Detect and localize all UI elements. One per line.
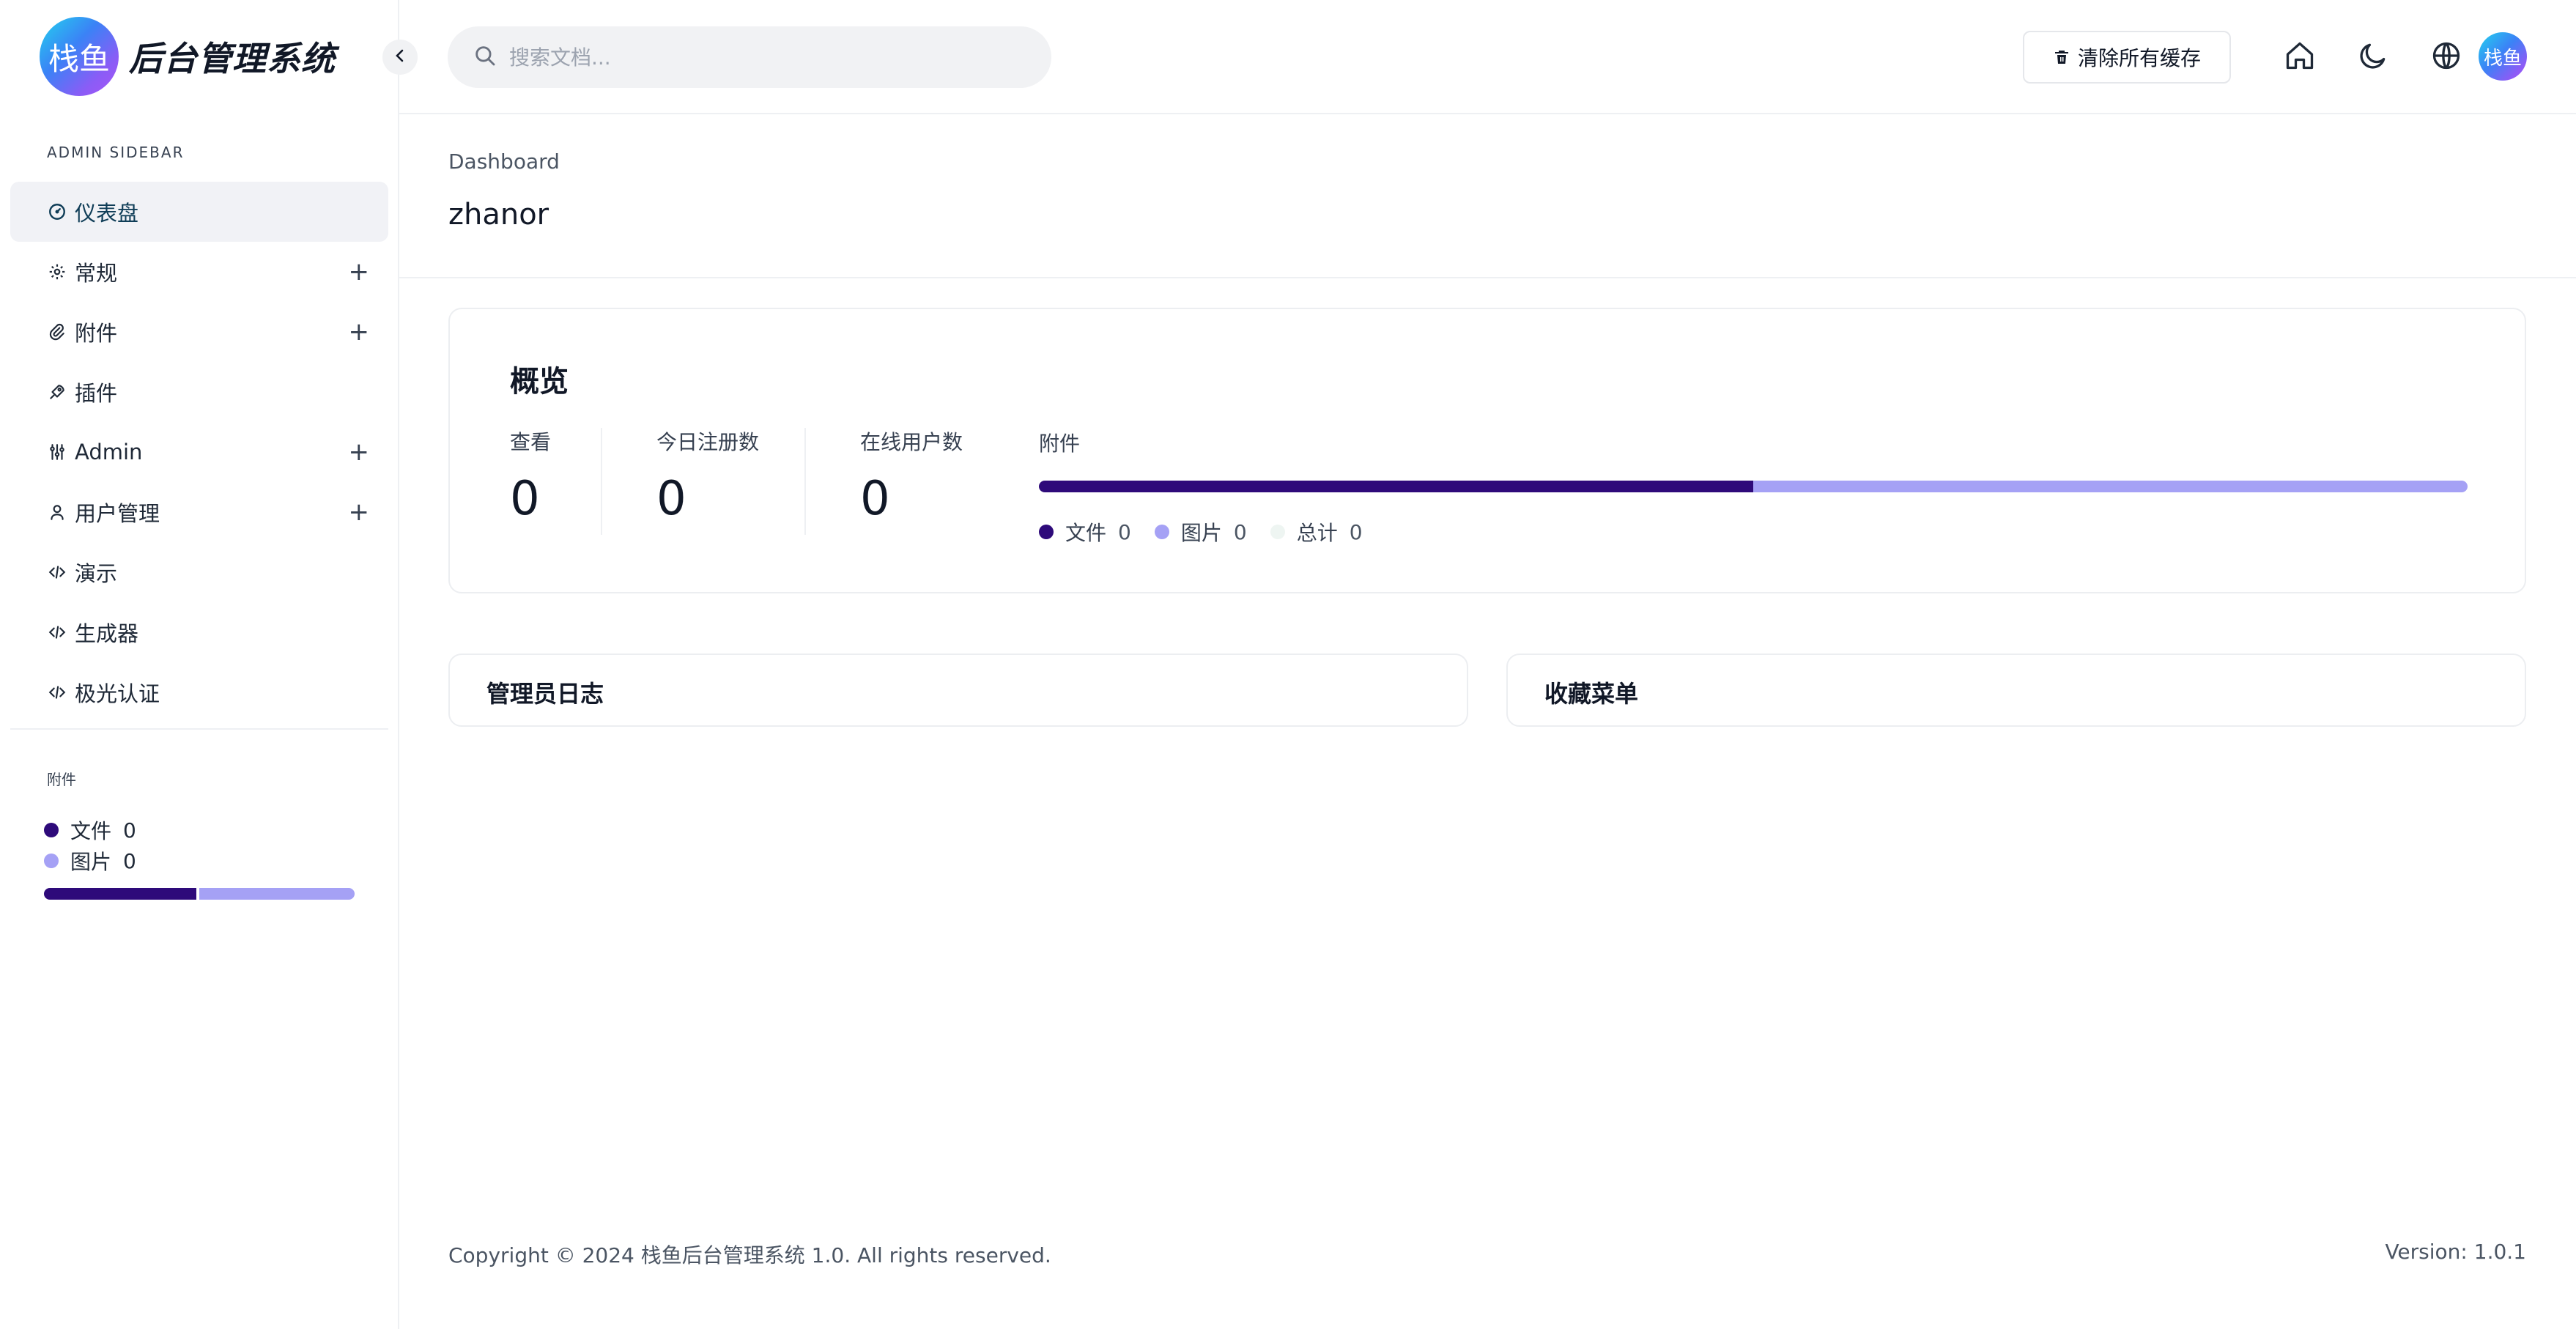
sidebar-item-label: 常规 [75, 261, 118, 286]
sliders-icon [47, 442, 67, 462]
images-bar-segment [199, 888, 355, 900]
sidebar-item-general[interactable]: 常规 + [10, 242, 388, 302]
gear-icon [47, 262, 67, 282]
sidebar-item-plugins[interactable]: 插件 [10, 362, 388, 422]
sidebar-item-users[interactable]: 用户管理 + [10, 482, 388, 542]
code-icon [47, 682, 67, 703]
search-input[interactable] [509, 45, 1022, 70]
stat-online-users: 在线用户数 0 [860, 426, 963, 526]
attachments-legend: 文件 0 图片 0 总计 0 [1039, 517, 2468, 547]
sidebar-item-generator[interactable]: 生成器 [10, 602, 388, 662]
images-dot-icon [44, 854, 59, 868]
code-icon [47, 622, 67, 643]
stat-label: 在线用户数 [860, 430, 963, 454]
sidebar-item-jiguang-auth[interactable]: 极光认证 [10, 662, 388, 722]
plus-icon[interactable]: + [349, 440, 370, 464]
avatar[interactable]: 栈鱼 [2479, 32, 2527, 81]
attachments-progress-bar [1039, 481, 2468, 492]
plus-icon[interactable]: + [349, 259, 370, 284]
stat-label: 查看 [510, 430, 552, 454]
images-bar-segment [1753, 481, 2468, 492]
paperclip-icon [47, 322, 67, 342]
sidebar: 栈鱼 后台管理系统 ADMIN SIDEBAR 仪表盘 常规 + 附件 + 插件… [0, 0, 399, 1329]
sidebar-item-label: 仪表盘 [75, 201, 139, 226]
plus-icon[interactable]: + [349, 319, 370, 344]
footer-copyright: Copyright © 2024 栈鱼后台管理系统 1.0. All right… [448, 1243, 1051, 1267]
code-icon [47, 562, 67, 582]
globe-icon [2430, 40, 2462, 75]
sidebar-menu: 仪表盘 常规 + 附件 + 插件 Admin + 用户管理 + 演示 生成器 极… [10, 182, 388, 722]
language-button[interactable] [2427, 38, 2465, 76]
home-button[interactable] [2281, 38, 2319, 76]
favorites-title: 收藏菜单 [1544, 680, 1639, 708]
sidebar-attachment-legend: 文件 0 图片 0 [44, 815, 136, 876]
legend-files: 文件 0 [1039, 517, 1131, 547]
stat-separator [601, 428, 602, 535]
sidebar-item-attachments[interactable]: 附件 + [10, 302, 388, 362]
user-icon [47, 502, 67, 522]
dashboard-icon [47, 201, 67, 222]
sidebar-attachment-title: 附件 [47, 771, 76, 788]
sidebar-item-label: 用户管理 [75, 501, 160, 526]
legend-images: 图片 0 [1154, 517, 1247, 547]
theme-toggle-button[interactable] [2354, 38, 2392, 76]
clear-cache-button[interactable]: 清除所有缓存 [2023, 31, 2231, 84]
sidebar-item-label: 插件 [75, 381, 118, 406]
rocket-icon [47, 382, 67, 402]
stat-views: 查看 0 [510, 426, 551, 526]
stat-registrations-today: 今日注册数 0 [656, 426, 759, 526]
files-dot-icon [44, 823, 59, 837]
chevron-left-icon [391, 47, 409, 67]
legend-total: 总计 0 [1270, 517, 1363, 547]
stat-label: 今日注册数 [656, 430, 760, 454]
moon-icon [2357, 40, 2389, 75]
sidebar-item-demo[interactable]: 演示 [10, 542, 388, 602]
sidebar-item-label: Admin [75, 440, 143, 464]
page-divider [399, 277, 2576, 278]
overview-card: 概览 查看 0 今日注册数 0 在线用户数 0 附件 文件 0 图片 0 总计 … [448, 308, 2526, 593]
overview-attachments: 附件 文件 0 图片 0 总计 0 [1039, 428, 2468, 547]
admin-log-title: 管理员日志 [486, 680, 604, 708]
top-header: 清除所有缓存 栈鱼 [399, 0, 2576, 114]
files-dot-icon [1039, 525, 1054, 539]
brand[interactable]: 栈鱼 后台管理系统 [40, 16, 336, 97]
legend-files: 文件 0 [44, 815, 136, 845]
home-icon [2284, 40, 2316, 75]
files-bar-segment [1039, 481, 1753, 492]
total-dot-icon [1270, 525, 1285, 539]
stat-value: 0 [510, 472, 540, 526]
sidebar-item-admin[interactable]: Admin + [10, 422, 388, 482]
sidebar-item-label: 演示 [75, 561, 118, 586]
favorites-card: 收藏菜单 [1506, 654, 2526, 727]
sidebar-item-label: 附件 [75, 321, 118, 346]
logo: 栈鱼 [40, 17, 119, 96]
attachments-label: 附件 [1039, 432, 1081, 456]
stat-value: 0 [860, 472, 890, 526]
trash-icon [2053, 48, 2070, 66]
sidebar-item-label: 极光认证 [75, 681, 160, 706]
plus-icon[interactable]: + [349, 500, 370, 525]
stat-separator [804, 428, 806, 535]
sidebar-divider [10, 728, 388, 730]
sidebar-item-label: 生成器 [75, 621, 139, 646]
search-icon [473, 43, 497, 71]
sidebar-title: ADMIN SIDEBAR [47, 144, 185, 161]
footer-version: Version: 1.0.1 [2385, 1240, 2526, 1264]
breadcrumb[interactable]: Dashboard [448, 149, 560, 174]
search-box[interactable] [448, 26, 1051, 88]
stat-value: 0 [656, 472, 686, 526]
brand-title: 后台管理系统 [129, 39, 336, 78]
overview-title: 概览 [510, 365, 569, 399]
files-bar-segment [44, 888, 196, 900]
page-title: zhanor [448, 198, 549, 232]
images-dot-icon [1154, 525, 1169, 539]
collapse-sidebar-button[interactable] [382, 40, 418, 75]
legend-images: 图片 0 [44, 845, 136, 876]
sidebar-attachment-bar [44, 888, 355, 900]
sidebar-item-dashboard[interactable]: 仪表盘 [10, 182, 388, 242]
admin-log-card: 管理员日志 [448, 654, 1468, 727]
